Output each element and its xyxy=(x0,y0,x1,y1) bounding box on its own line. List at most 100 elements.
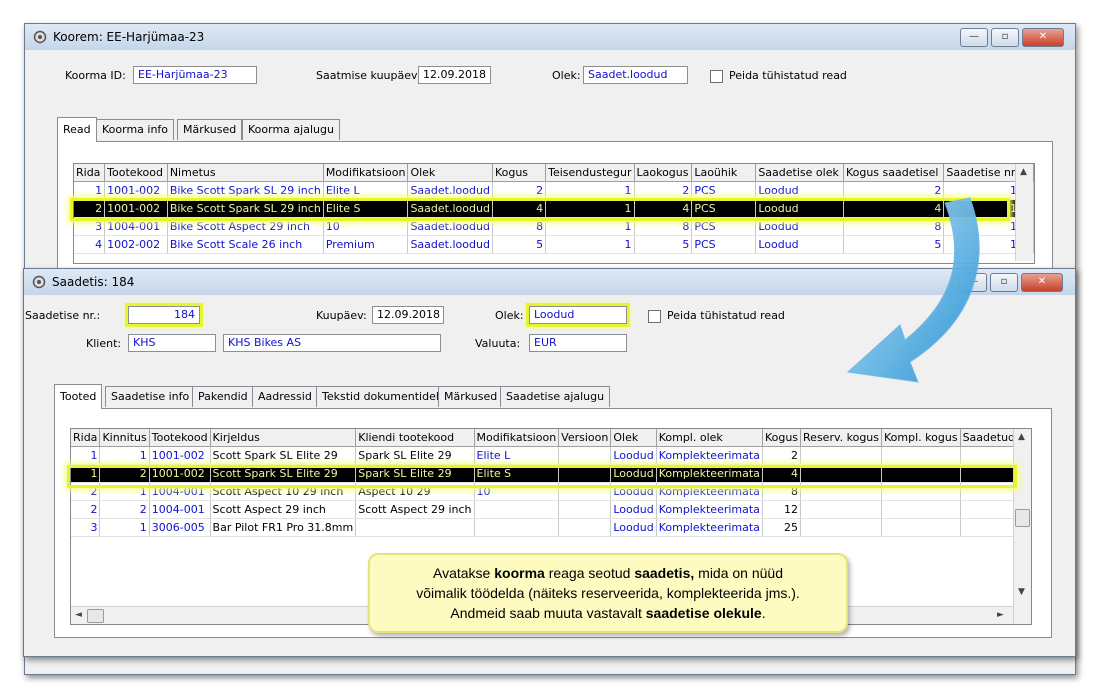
table-cell[interactable]: 2 xyxy=(71,482,101,501)
table-cell[interactable]: 3 xyxy=(71,518,101,537)
table-cell[interactable]: 1001-002 xyxy=(149,446,211,465)
table-cell[interactable] xyxy=(881,518,961,537)
table-cell[interactable]: Scott Aspect 10 29 inch xyxy=(210,482,357,501)
table-cell[interactable]: 1 xyxy=(99,518,150,537)
table-cell[interactable]: 1 xyxy=(99,446,150,465)
tab-tekstid-dokumentidel[interactable]: Tekstid dokumentidel xyxy=(316,386,445,407)
scrollbar-thumb[interactable] xyxy=(1015,509,1030,527)
table-cell[interactable]: 2 xyxy=(762,446,802,465)
table-cell[interactable] xyxy=(881,482,961,501)
table-cell[interactable]: 4 xyxy=(843,199,945,218)
table-cell[interactable]: Loodud xyxy=(610,482,657,501)
table-cell[interactable]: PCS xyxy=(691,217,757,236)
col-tootekood[interactable]: Tootekood xyxy=(149,429,211,447)
table-cell[interactable]: 2 xyxy=(843,181,945,200)
table-row[interactable]: 1 1 1001-002 Scott Spark SL Elite 29 Spark S… xyxy=(71,446,1031,465)
table-cell[interactable]: 1001-002 xyxy=(149,464,211,483)
klient-code-field[interactable]: KHS xyxy=(128,334,216,352)
saadetis-titlebar[interactable]: Saadetis: 184 — ▫ ✕ xyxy=(24,269,1075,295)
table-cell[interactable]: 1 xyxy=(545,217,635,236)
table-cell[interactable]: Loodud xyxy=(755,235,844,254)
table-cell[interactable]: Loodud xyxy=(755,217,844,236)
table-cell[interactable] xyxy=(800,518,883,537)
table-cell[interactable]: 1 xyxy=(71,464,101,483)
table-cell[interactable] xyxy=(558,518,612,537)
table-cell[interactable]: Komplekteerimata xyxy=(656,464,763,483)
table-cell[interactable]: 5 xyxy=(634,235,693,254)
table-cell[interactable]: 25 xyxy=(762,518,802,537)
table-cell[interactable]: Spark SL Elite 29 xyxy=(355,464,475,483)
table-cell[interactable] xyxy=(558,464,612,483)
table-cell[interactable]: 1 xyxy=(99,482,150,501)
table-cell[interactable]: Elite S xyxy=(323,199,409,218)
table-cell[interactable]: Premium xyxy=(323,235,409,254)
table-row[interactable]: 2 2 1004-001 Scott Aspect 29 inch Scott Aspe… xyxy=(71,500,1031,519)
table-cell[interactable]: Saadet.loodud xyxy=(407,199,493,218)
table-cell[interactable]: 1004-001 xyxy=(149,500,211,519)
col-kompl-olek[interactable]: Kompl. olek xyxy=(656,429,763,447)
table-row[interactable]: 3 1004-001 Bike Scott Aspect 29 inch 10 Saad… xyxy=(74,217,1034,236)
table-cell[interactable] xyxy=(558,482,612,501)
table-cell[interactable] xyxy=(474,518,560,537)
tab-tooted[interactable]: Tooted xyxy=(54,384,103,409)
scrollbar-thumb[interactable] xyxy=(87,609,104,623)
saadetise-nr-field[interactable]: 184 xyxy=(125,303,203,327)
table-cell[interactable]: 4 xyxy=(492,199,547,218)
table-cell[interactable]: Loodud xyxy=(755,199,844,218)
table-cell[interactable]: Elite L xyxy=(474,446,560,465)
col-laokogus[interactable]: Laokogus xyxy=(634,164,693,182)
col-olek[interactable]: Olek xyxy=(407,164,493,182)
table-cell[interactable]: Saadet.loodud xyxy=(407,235,493,254)
table-cell[interactable]: Loodud xyxy=(610,464,657,483)
col-modifikatsioon[interactable]: Modifikatsioon xyxy=(474,429,560,447)
saadetis-peida-checkbox[interactable] xyxy=(648,310,661,323)
col-olek[interactable]: Olek xyxy=(610,429,657,447)
table-cell[interactable]: 4 xyxy=(634,199,693,218)
table-cell[interactable]: Scott Spark SL Elite 29 xyxy=(210,464,357,483)
table-cell[interactable]: PCS xyxy=(691,199,757,218)
table-cell[interactable]: Elite L xyxy=(323,181,409,200)
saadetis-olek-field[interactable]: Loodud xyxy=(526,303,630,327)
koorem-vertical-scrollbar[interactable]: ▲ xyxy=(1015,164,1033,261)
table-row[interactable]: 1 1001-002 Bike Scott Spark SL 29 inch Elit… xyxy=(74,181,1034,200)
col-kirjeldus[interactable]: Kirjeldus xyxy=(210,429,357,447)
table-cell[interactable] xyxy=(800,464,883,483)
table-cell[interactable]: Spark SL Elite 29 xyxy=(355,446,475,465)
col-saadetise-olek[interactable]: Saadetise olek xyxy=(755,164,844,182)
table-cell[interactable]: Saadet.loodud xyxy=(407,217,493,236)
table-cell[interactable]: 2 xyxy=(99,500,150,519)
table-cell[interactable]: 2 xyxy=(74,199,106,218)
col-nimetus[interactable]: Nimetus xyxy=(167,164,324,182)
tab-saadetise-ajalugu[interactable]: Saadetise ajalugu xyxy=(500,386,611,407)
scroll-left-icon[interactable]: ◄ xyxy=(75,610,82,620)
col-kogus-saadetisel[interactable]: Kogus saadetisel xyxy=(843,164,945,182)
koorma-id-field[interactable]: EE-Harjümaa-23 xyxy=(133,66,257,84)
table-cell[interactable]: 8 xyxy=(492,217,547,236)
table-cell[interactable]: 8 xyxy=(762,482,802,501)
col-kinnitus[interactable]: Kinnitus xyxy=(99,429,150,447)
scroll-right-icon[interactable]: ► xyxy=(997,610,1004,620)
table-cell[interactable]: 1002-002 xyxy=(104,235,168,254)
maximize-button[interactable]: ▫ xyxy=(991,28,1019,47)
table-cell[interactable]: 1001-002 xyxy=(104,199,168,218)
table-cell[interactable]: Loodud xyxy=(610,500,657,519)
table-cell[interactable]: 8 xyxy=(634,217,693,236)
table-cell[interactable] xyxy=(881,500,961,519)
col-versioon[interactable]: Versioon xyxy=(558,429,612,447)
koorem-olek-field[interactable]: Saadet.loodud xyxy=(583,66,688,84)
koorem-titlebar[interactable]: Koorem: EE-Harjümaa-23 — ▫ ✕ xyxy=(25,24,1075,50)
table-cell[interactable] xyxy=(558,446,612,465)
table-cell[interactable]: Aspect 10 29 xyxy=(355,482,475,501)
col-kliendi-tootekood[interactable]: Kliendi tootekood xyxy=(355,429,475,447)
table-cell[interactable]: Komplekteerimata xyxy=(656,446,763,465)
table-cell[interactable] xyxy=(800,482,883,501)
table-cell[interactable]: 1 xyxy=(74,181,106,200)
table-cell[interactable]: 1001-002 xyxy=(104,181,168,200)
table-cell[interactable]: Bar Pilot FR1 Pro 31.8mm xyxy=(210,518,357,537)
tab-aadressid[interactable]: Aadressid xyxy=(252,386,318,407)
col-tootekood[interactable]: Tootekood xyxy=(104,164,168,182)
table-row[interactable]: 2 1 1004-001 Scott Aspect 10 29 inch Aspect … xyxy=(71,482,1031,501)
table-cell[interactable] xyxy=(474,500,560,519)
table-cell[interactable]: 4 xyxy=(762,464,802,483)
table-cell[interactable]: Loodud xyxy=(755,181,844,200)
